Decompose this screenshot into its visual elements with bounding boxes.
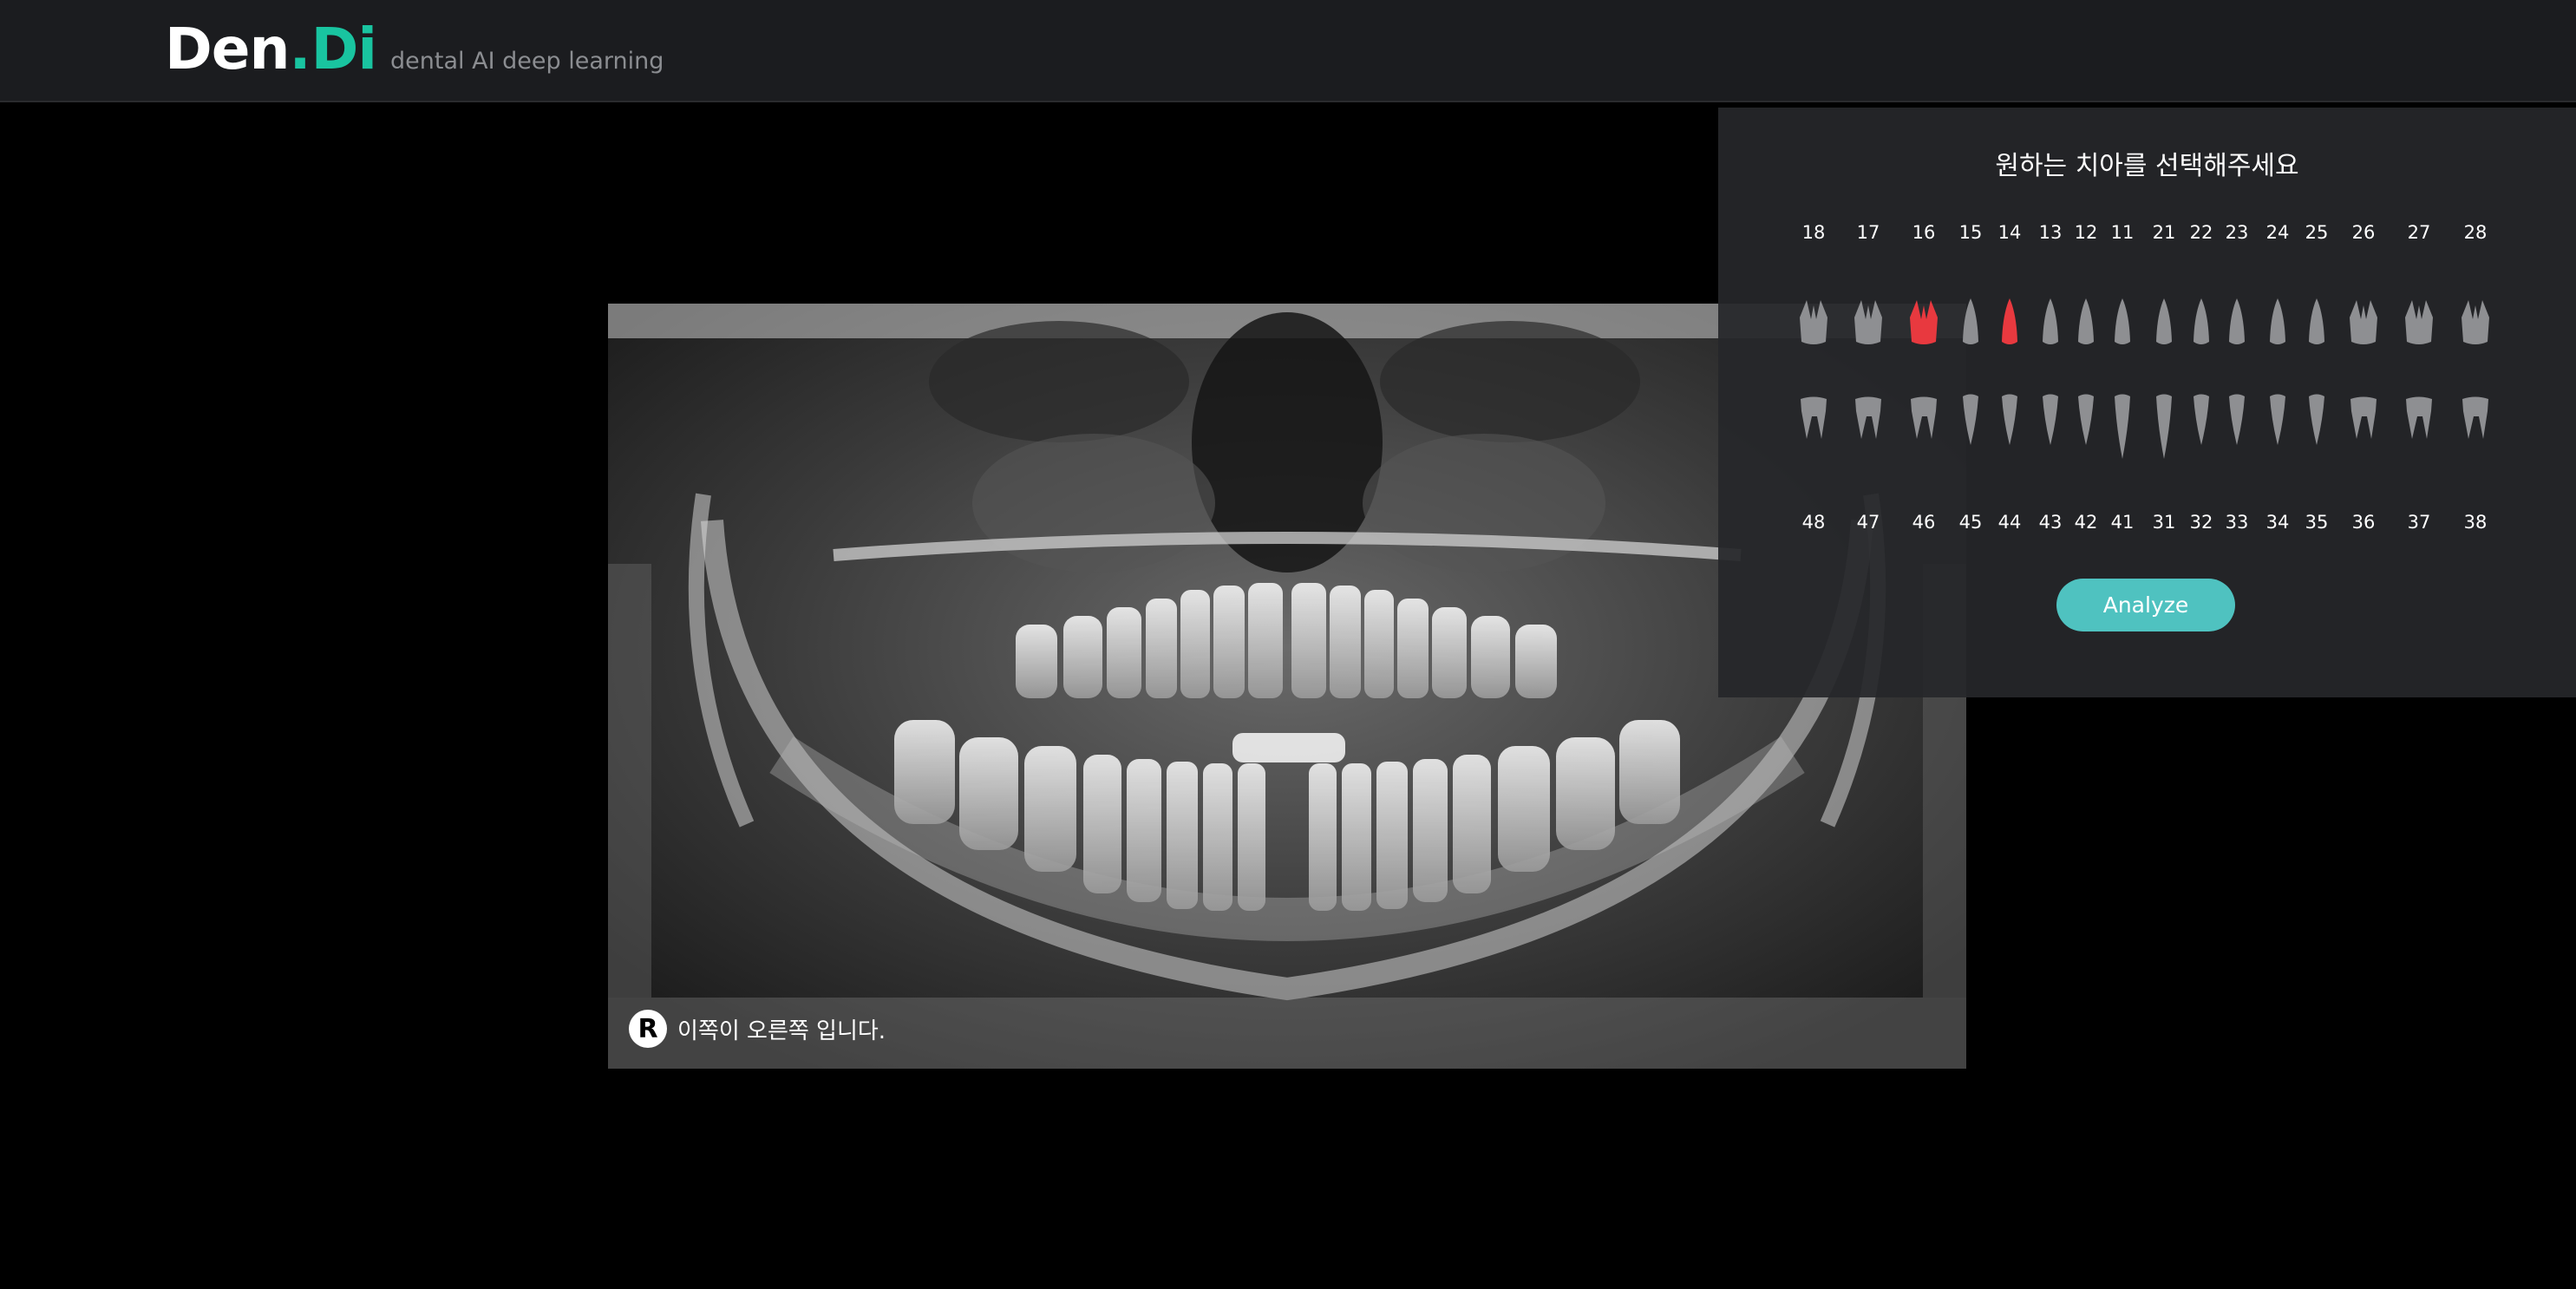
tooth-46[interactable] <box>1911 396 1937 440</box>
lower-tooth-numbers: 48 47 46 45 44 43 42 41 31 32 33 34 35 36 37 38 <box>1718 512 2576 538</box>
lower-number-44: 44 <box>1997 512 2022 533</box>
lower-number-42: 42 <box>2074 512 2098 533</box>
lower-number-33: 33 <box>2225 512 2249 533</box>
analyze-button[interactable]: Analyze <box>2056 579 2235 631</box>
tooth-22[interactable] <box>2194 298 2209 344</box>
lower-number-41: 41 <box>2110 512 2135 533</box>
tooth-28[interactable] <box>2462 300 2489 344</box>
tooth-18[interactable] <box>1800 300 1827 344</box>
tooth-25[interactable] <box>2309 298 2324 344</box>
lower-number-37: 37 <box>2407 512 2431 533</box>
tooth-41[interactable] <box>2115 394 2130 460</box>
tooth-12[interactable] <box>2078 298 2094 344</box>
lower-number-45: 45 <box>1958 512 1983 533</box>
logo[interactable]: Den. Di dental AI deep learning <box>165 16 664 82</box>
tooth-45[interactable] <box>1963 394 1978 446</box>
lower-number-48: 48 <box>1801 512 1826 533</box>
tooth-17[interactable] <box>1854 300 1882 344</box>
lower-number-38: 38 <box>2463 512 2488 533</box>
tooth-34[interactable] <box>2270 394 2285 446</box>
tooth-37[interactable] <box>2406 396 2432 440</box>
tooth-33[interactable] <box>2229 394 2245 446</box>
tooth-31[interactable] <box>2156 394 2172 460</box>
tooth-43[interactable] <box>2043 394 2058 446</box>
side-orientation-note: R 이쪽이 오른쪽 입니다. <box>629 1010 886 1048</box>
lower-number-34: 34 <box>2265 512 2290 533</box>
tooth-42[interactable] <box>2078 394 2094 446</box>
tooth-13[interactable] <box>2043 298 2058 344</box>
tooth-selection-panel: 원하는 치아를 선택해주세요 18 17 16 15 14 13 12 11 21 22 23 24 2… <box>1718 108 2576 697</box>
right-side-text: 이쪽이 오른쪽 입니다. <box>677 1017 886 1044</box>
tooth-47[interactable] <box>1855 396 1881 440</box>
tooth-36[interactable] <box>2350 396 2377 440</box>
lower-number-47: 47 <box>1856 512 1880 533</box>
lower-number-46: 46 <box>1912 512 1936 533</box>
tooth-35[interactable] <box>2309 394 2324 446</box>
logo-den-text: Den <box>165 16 291 82</box>
tooth-11[interactable] <box>2115 298 2130 344</box>
logo-dot-text: . <box>289 16 311 82</box>
tooth-15[interactable] <box>1963 298 1978 344</box>
tooth-21[interactable] <box>2156 298 2172 344</box>
lower-number-36: 36 <box>2351 512 2376 533</box>
lower-number-31: 31 <box>2152 512 2176 533</box>
tooth-27[interactable] <box>2405 300 2433 344</box>
tooth-24[interactable] <box>2270 298 2285 344</box>
tooth-48[interactable] <box>1801 396 1827 440</box>
tooth-14[interactable] <box>2002 298 2017 344</box>
lower-number-35: 35 <box>2305 512 2329 533</box>
lower-number-32: 32 <box>2189 512 2213 533</box>
logo-di-text: Di <box>311 16 377 82</box>
tooth-44[interactable] <box>2002 394 2017 446</box>
right-side-badge: R <box>629 1010 667 1048</box>
top-header: Den. Di dental AI deep learning <box>0 0 2576 102</box>
logo-tagline: dental AI deep learning <box>390 48 664 75</box>
tooth-38[interactable] <box>2462 396 2488 440</box>
tooth-16[interactable] <box>1910 300 1938 344</box>
tooth-32[interactable] <box>2194 394 2209 446</box>
tooth-23[interactable] <box>2229 298 2245 344</box>
tooth-26[interactable] <box>2350 300 2377 344</box>
lower-number-43: 43 <box>2038 512 2063 533</box>
